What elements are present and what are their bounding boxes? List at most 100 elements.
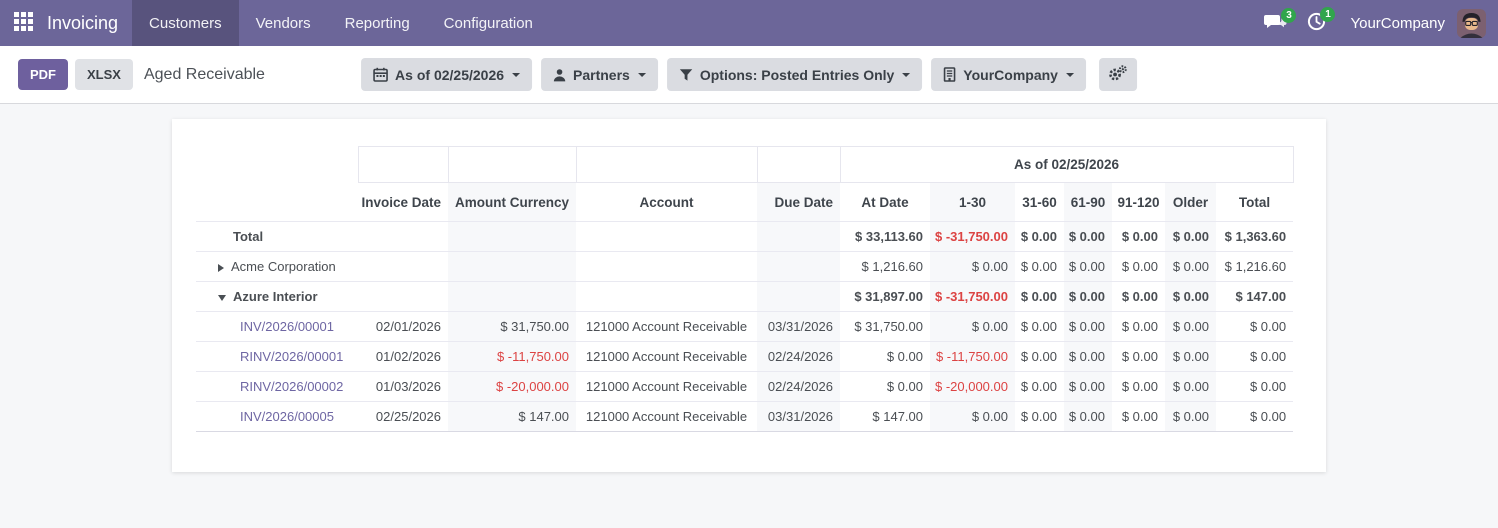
journal-entry-link[interactable]: RINV/2026/00001 <box>240 349 343 364</box>
apps-menu-button[interactable] <box>0 0 43 46</box>
aged-receivable-table: As of 02/25/2026 Invoice Date Amount Curre… <box>196 146 1294 432</box>
row-name-cell: INV/2026/00005 <box>196 401 358 432</box>
value-cell: $ 31,750.00 <box>448 311 576 342</box>
value-cell: $ 31,897.00 <box>840 281 930 312</box>
column-header: Total <box>1238 194 1271 210</box>
total-row-label: Total <box>233 229 264 244</box>
table-column-header-row: Invoice Date Amount Currency Account Due Da… <box>196 182 1293 222</box>
nav-item-configuration[interactable]: Configuration <box>427 0 550 46</box>
value-cell: $ -20,000.00 <box>930 371 1015 402</box>
value-cell: 02/24/2026 <box>757 371 840 402</box>
user-avatar[interactable] <box>1457 8 1486 38</box>
export-xlsx-button[interactable]: XLSX <box>75 59 133 90</box>
value-cell: $ 0.00 <box>1064 401 1112 432</box>
date-filter-label: As of 02/25/2026 <box>395 66 505 83</box>
value-cell: 02/01/2026 <box>358 311 448 342</box>
expand-caret-icon[interactable] <box>218 263 224 272</box>
export-pdf-button[interactable]: PDF <box>18 59 68 90</box>
column-header: Older <box>1165 182 1216 222</box>
value-cell: $ 0.00 <box>1112 311 1165 342</box>
value-cell: $ 0.00 <box>1015 341 1064 372</box>
apps-grid-icon <box>14 12 33 34</box>
date-filter-button[interactable]: As of 02/25/2026 <box>361 58 533 91</box>
activities-button[interactable]: 1 <box>1306 7 1336 35</box>
value-cell: 02/24/2026 <box>757 341 840 372</box>
value-cell: $ 0.00 <box>1064 371 1112 402</box>
table-row: Total $ 33,113.60 $ -31,750.00 $ 0.00 $ 0.00… <box>196 221 1294 252</box>
partner-group-label[interactable]: Azure Interior <box>233 289 318 304</box>
value-cell: $ 1,216.60 <box>1216 251 1294 282</box>
value-cell: 03/31/2026 <box>757 311 840 342</box>
value-cell: $ 0.00 <box>1112 281 1165 312</box>
report-settings-button[interactable] <box>1098 58 1137 91</box>
value-cell: 01/03/2026 <box>358 371 448 402</box>
table-row: Acme Corporation $ 1,216.60 $ 0.00 $ 0.00 $ … <box>196 251 1294 282</box>
journal-entry-link[interactable]: RINV/2026/00002 <box>240 379 343 394</box>
journal-entry-link[interactable]: INV/2026/00005 <box>240 409 334 424</box>
chevron-down-icon <box>1065 72 1074 77</box>
value-cell: $ 0.00 <box>1064 341 1112 372</box>
nav-item-vendors[interactable]: Vendors <box>239 0 328 46</box>
options-filter-button[interactable]: Options: Posted Entries Only <box>666 58 923 91</box>
value-cell: $ 147.00 <box>1216 281 1294 312</box>
value-cell <box>576 221 757 252</box>
navbar-left: Invoicing Customers Vendors Reporting Co… <box>0 0 550 46</box>
value-cell: $ 0.00 <box>1165 371 1216 402</box>
value-cell: $ 0.00 <box>1015 281 1064 312</box>
filter-bar: As of 02/25/2026 Partners Options: Poste… <box>361 58 1137 91</box>
value-cell: $ 0.00 <box>1064 281 1112 312</box>
column-header: 1-30 <box>930 182 1015 222</box>
row-name-cell: RINV/2026/00001 <box>196 341 358 372</box>
value-cell <box>448 221 576 252</box>
value-cell: $ 147.00 <box>840 401 930 432</box>
value-cell <box>576 281 757 312</box>
value-cell: $ 0.00 <box>1216 341 1294 372</box>
row-name-cell[interactable]: Azure Interior <box>196 281 358 312</box>
partners-filter-button[interactable]: Partners <box>541 58 658 91</box>
value-cell: $ -31,750.00 <box>930 221 1015 252</box>
collapse-caret-icon[interactable] <box>218 294 226 301</box>
value-cell: $ 0.00 <box>1165 251 1216 282</box>
value-cell: $ 0.00 <box>1165 311 1216 342</box>
value-cell: 02/25/2026 <box>358 401 448 432</box>
empty-header-cell <box>357 146 449 183</box>
value-cell: $ 0.00 <box>1064 251 1112 282</box>
value-cell: $ -11,750.00 <box>930 341 1015 372</box>
value-cell <box>448 251 576 282</box>
app-name-menu[interactable]: Invoicing <box>43 0 132 46</box>
value-cell <box>358 221 448 252</box>
user-company-menu[interactable]: YourCompany <box>1350 15 1445 32</box>
value-cell <box>358 281 448 312</box>
company-filter-button[interactable]: YourCompany <box>931 58 1086 91</box>
journal-entry-link[interactable]: INV/2026/00001 <box>240 319 334 334</box>
column-header: 31-60 <box>1022 194 1057 210</box>
value-cell: $ 0.00 <box>1165 281 1216 312</box>
table-row: INV/2026/00005 02/25/2026 $ 147.00 121000 A… <box>196 401 1294 432</box>
value-cell: $ 0.00 <box>1064 311 1112 342</box>
value-cell: 121000 Account Receivable <box>576 341 757 372</box>
partner-group-label[interactable]: Acme Corporation <box>231 259 336 274</box>
as-of-date-header: As of 02/25/2026 <box>839 146 1294 183</box>
value-cell: $ 0.00 <box>1015 401 1064 432</box>
filter-funnel-icon <box>679 68 693 82</box>
column-header: At Date <box>861 194 909 210</box>
messages-badge: 3 <box>1281 7 1297 23</box>
row-name-cell: Total <box>196 221 358 252</box>
value-cell: $ -11,750.00 <box>448 341 576 372</box>
column-header: Due Date <box>757 182 840 222</box>
value-cell: $ 0.00 <box>1112 251 1165 282</box>
nav-item-customers[interactable]: Customers <box>132 0 239 46</box>
value-cell: $ 0.00 <box>1015 311 1064 342</box>
value-cell <box>757 251 840 282</box>
calendar-icon <box>373 67 388 82</box>
chevron-down-icon <box>512 72 521 77</box>
partners-filter-label: Partners <box>573 66 630 83</box>
value-cell: $ 0.00 <box>1112 221 1165 252</box>
value-cell: $ 147.00 <box>448 401 576 432</box>
nav-item-reporting[interactable]: Reporting <box>328 0 427 46</box>
activities-badge: 1 <box>1320 7 1336 22</box>
row-name-cell[interactable]: Acme Corporation <box>196 251 358 282</box>
building-icon <box>943 67 956 82</box>
messages-button[interactable]: 3 <box>1264 7 1297 35</box>
gears-icon <box>1108 64 1128 85</box>
